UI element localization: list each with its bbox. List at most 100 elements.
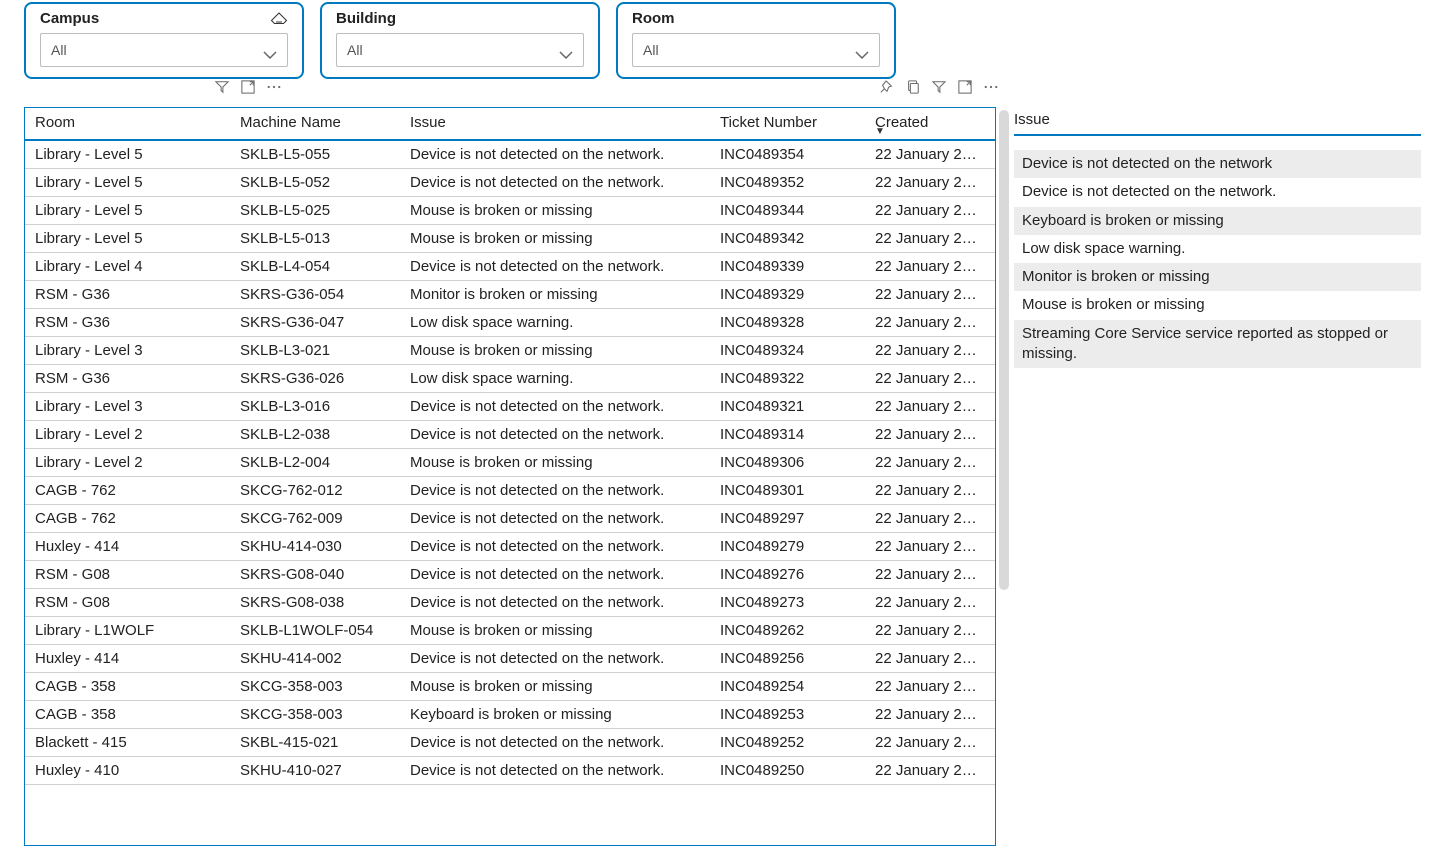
cell-machine: SKRS-G36-054 bbox=[230, 281, 400, 309]
cell-issue: Mouse is broken or missing bbox=[400, 197, 710, 225]
cell-machine: SKLB-L3-016 bbox=[230, 393, 400, 421]
cell-ticket: INC0489352 bbox=[710, 169, 865, 197]
cell-created: 22 January 2025 bbox=[865, 449, 995, 477]
eraser-icon[interactable] bbox=[270, 12, 288, 26]
table-row[interactable]: Library - Level 5SKLB-L5-013Mouse is bro… bbox=[25, 225, 995, 253]
issue-list-item[interactable]: Low disk space warning. bbox=[1014, 235, 1421, 263]
table-row[interactable]: RSM - G36SKRS-G36-026Low disk space warn… bbox=[25, 365, 995, 393]
cell-issue: Device is not detected on the network. bbox=[400, 421, 710, 449]
issue-list-item[interactable]: Device is not detected on the network. bbox=[1014, 178, 1421, 206]
issue-list-item[interactable]: Streaming Core Service service reported … bbox=[1014, 320, 1421, 369]
cell-ticket: INC0489250 bbox=[710, 757, 865, 785]
cell-ticket: INC0489276 bbox=[710, 561, 865, 589]
cell-room: RSM - G08 bbox=[25, 589, 230, 617]
col-header-room[interactable]: Room bbox=[25, 108, 230, 140]
cell-machine: SKCG-762-012 bbox=[230, 477, 400, 505]
cell-created: 22 January 2025 bbox=[865, 477, 995, 505]
cell-issue: Keyboard is broken or missing bbox=[400, 701, 710, 729]
cell-room: Library - Level 3 bbox=[25, 393, 230, 421]
table-row[interactable]: Library - Level 5SKLB-L5-055Device is no… bbox=[25, 140, 995, 169]
table-row[interactable]: Huxley - 410SKHU-410-027Device is not de… bbox=[25, 757, 995, 785]
cell-ticket: INC0489354 bbox=[710, 140, 865, 169]
cell-ticket: INC0489324 bbox=[710, 337, 865, 365]
table-row[interactable]: RSM - G36SKRS-G36-047Low disk space warn… bbox=[25, 309, 995, 337]
slicer-campus-label: Campus bbox=[40, 10, 99, 27]
issue-list-item[interactable]: Mouse is broken or missing bbox=[1014, 291, 1421, 319]
cell-machine: SKRS-G36-047 bbox=[230, 309, 400, 337]
table-row[interactable]: RSM - G36SKRS-G36-054Monitor is broken o… bbox=[25, 281, 995, 309]
cell-issue: Mouse is broken or missing bbox=[400, 337, 710, 365]
table-row[interactable]: Library - Level 2SKLB-L2-004Mouse is bro… bbox=[25, 449, 995, 477]
col-header-ticket[interactable]: Ticket Number bbox=[710, 108, 865, 140]
scrollbar[interactable] bbox=[999, 110, 1009, 590]
filter-icon[interactable] bbox=[214, 79, 230, 95]
table-row[interactable]: Library - Level 5SKLB-L5-052Device is no… bbox=[25, 169, 995, 197]
table-row[interactable]: Library - L1WOLFSKLB-L1WOLF-054Mouse is … bbox=[25, 617, 995, 645]
sort-desc-icon: ▼ bbox=[875, 126, 885, 137]
cell-ticket: INC0489328 bbox=[710, 309, 865, 337]
focus-mode-icon[interactable] bbox=[240, 79, 256, 95]
cell-created: 22 January 2025 bbox=[865, 197, 995, 225]
cell-ticket: INC0489342 bbox=[710, 225, 865, 253]
tickets-table-visual[interactable]: Room Machine Name Issue Ticket Number Cr… bbox=[24, 107, 996, 846]
chevron-down-icon bbox=[855, 46, 869, 54]
more-options-icon[interactable] bbox=[266, 79, 282, 95]
table-row[interactable]: RSM - G08SKRS-G08-040Device is not detec… bbox=[25, 561, 995, 589]
issue-list-item[interactable]: Monitor is broken or missing bbox=[1014, 263, 1421, 291]
cell-ticket: INC0489306 bbox=[710, 449, 865, 477]
cell-issue: Device is not detected on the network. bbox=[400, 589, 710, 617]
pin-icon[interactable] bbox=[879, 79, 895, 95]
table-row[interactable]: CAGB - 358SKCG-358-003Mouse is broken or… bbox=[25, 673, 995, 701]
table-row[interactable]: Huxley - 414SKHU-414-030Device is not de… bbox=[25, 533, 995, 561]
cell-ticket: INC0489253 bbox=[710, 701, 865, 729]
cell-room: RSM - G36 bbox=[25, 281, 230, 309]
cell-created: 22 January 2025 bbox=[865, 337, 995, 365]
slicer-campus-dropdown[interactable]: All bbox=[40, 33, 288, 67]
cell-issue: Device is not detected on the network. bbox=[400, 169, 710, 197]
slicer-room-dropdown[interactable]: All bbox=[632, 33, 880, 67]
table-row[interactable]: CAGB - 762SKCG-762-009Device is not dete… bbox=[25, 505, 995, 533]
cell-ticket: INC0489273 bbox=[710, 589, 865, 617]
col-header-machine[interactable]: Machine Name bbox=[230, 108, 400, 140]
chevron-down-icon bbox=[559, 46, 573, 54]
slicer-building-dropdown[interactable]: All bbox=[336, 33, 584, 67]
cell-ticket: INC0489329 bbox=[710, 281, 865, 309]
cell-room: CAGB - 762 bbox=[25, 477, 230, 505]
cell-issue: Device is not detected on the network. bbox=[400, 533, 710, 561]
cell-created: 22 January 2025 bbox=[865, 169, 995, 197]
slicer-campus-value: All bbox=[51, 42, 67, 58]
copy-icon[interactable] bbox=[905, 79, 921, 95]
cell-machine: SKHU-414-002 bbox=[230, 645, 400, 673]
cell-machine: SKLB-L4-054 bbox=[230, 253, 400, 281]
cell-room: CAGB - 762 bbox=[25, 505, 230, 533]
col-header-created[interactable]: Created ▼ bbox=[865, 108, 995, 140]
issue-list-item[interactable]: Keyboard is broken or missing bbox=[1014, 207, 1421, 235]
table-row[interactable]: Library - Level 5SKLB-L5-025Mouse is bro… bbox=[25, 197, 995, 225]
issue-list-item[interactable]: Device is not detected on the network bbox=[1014, 150, 1421, 178]
cell-room: Huxley - 414 bbox=[25, 533, 230, 561]
table-row[interactable]: CAGB - 762SKCG-762-012Device is not dete… bbox=[25, 477, 995, 505]
cell-issue: Monitor is broken or missing bbox=[400, 281, 710, 309]
table-row[interactable]: Library - Level 3SKLB-L3-016Device is no… bbox=[25, 393, 995, 421]
cell-room: Library - Level 2 bbox=[25, 421, 230, 449]
more-options-icon[interactable] bbox=[983, 79, 999, 95]
table-row[interactable]: Library - Level 3SKLB-L3-021Mouse is bro… bbox=[25, 337, 995, 365]
table-row[interactable]: RSM - G08SKRS-G08-038Device is not detec… bbox=[25, 589, 995, 617]
focus-mode-icon[interactable] bbox=[957, 79, 973, 95]
col-header-issue[interactable]: Issue bbox=[400, 108, 710, 140]
cell-created: 22 January 2025 bbox=[865, 505, 995, 533]
table-row[interactable]: Blackett - 415SKBL-415-021Device is not … bbox=[25, 729, 995, 757]
cell-created: 22 January 2025 bbox=[865, 281, 995, 309]
cell-created: 22 January 2025 bbox=[865, 309, 995, 337]
table-row[interactable]: Huxley - 414SKHU-414-002Device is not de… bbox=[25, 645, 995, 673]
cell-created: 22 January 2025 bbox=[865, 701, 995, 729]
table-row[interactable]: CAGB - 358SKCG-358-003Keyboard is broken… bbox=[25, 701, 995, 729]
cell-room: Library - Level 5 bbox=[25, 169, 230, 197]
cell-ticket: INC0489256 bbox=[710, 645, 865, 673]
table-row[interactable]: Library - Level 4SKLB-L4-054Device is no… bbox=[25, 253, 995, 281]
cell-machine: SKCG-358-003 bbox=[230, 673, 400, 701]
cell-issue: Device is not detected on the network. bbox=[400, 140, 710, 169]
table-row[interactable]: Library - Level 2SKLB-L2-038Device is no… bbox=[25, 421, 995, 449]
cell-created: 22 January 2025 bbox=[865, 533, 995, 561]
filter-icon[interactable] bbox=[931, 79, 947, 95]
